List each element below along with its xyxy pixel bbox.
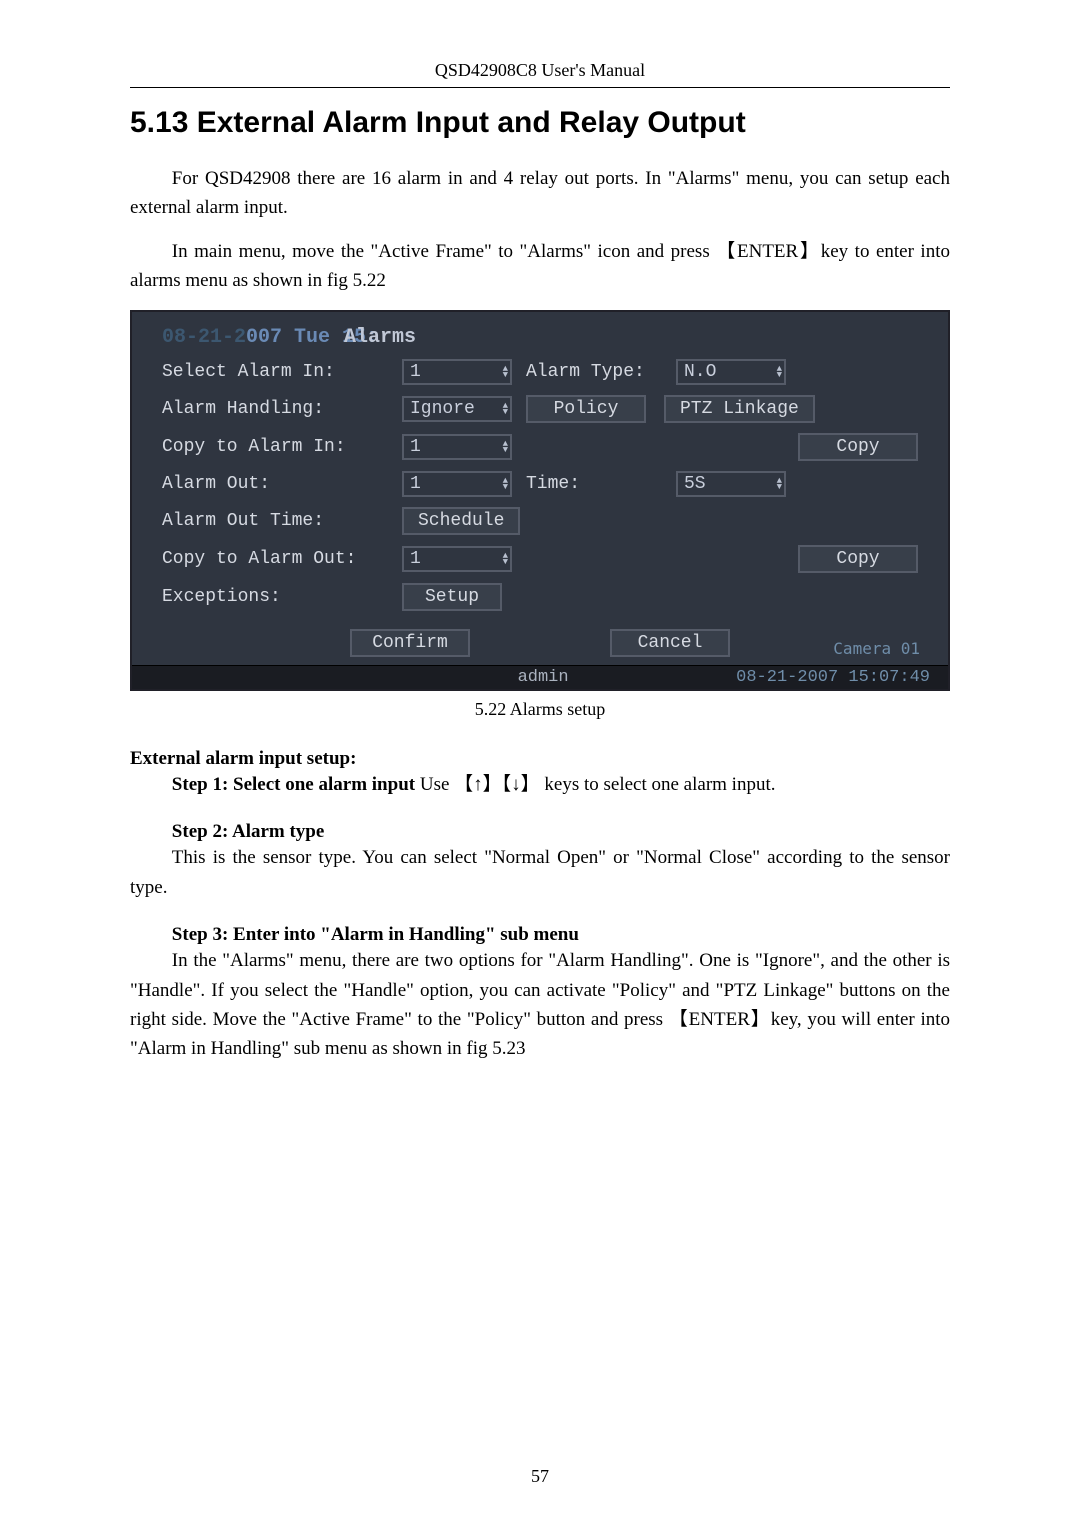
time-spinner[interactable]: 5S ▲▼: [676, 471, 786, 497]
paragraph-intro-2: In main menu, move the "Active Frame" to…: [130, 237, 950, 296]
time-label: Time:: [526, 474, 676, 494]
status-bar: admin 08-21-2007 15:07:49: [132, 665, 948, 689]
alarm-type-label: Alarm Type:: [526, 362, 676, 382]
spinner-arrows-icon: ▲▼: [503, 366, 508, 378]
alarms-dialog: 08-21-2007 Tue 15:Alarms Select Alarm In…: [130, 310, 950, 691]
alarm-out-time-label: Alarm Out Time:: [162, 511, 402, 531]
ptz-linkage-button[interactable]: PTZ Linkage: [664, 395, 815, 423]
step-2-text: This is the sensor type. You can select …: [130, 843, 950, 902]
copy-to-alarm-in-spinner[interactable]: 1 ▲▼: [402, 434, 512, 460]
spinner-arrows-icon: ▲▼: [503, 403, 508, 415]
step-1-text: Use 【↑】【↓】 keys to select one alarm inpu…: [415, 774, 775, 795]
spinner-arrows-icon: ▲▼: [777, 478, 782, 490]
copy-to-alarm-in-value: 1: [410, 437, 421, 457]
alarm-handling-spinner[interactable]: Ignore ▲▼: [402, 396, 512, 422]
spinner-arrows-icon: ▲▼: [503, 553, 508, 565]
copy-to-alarm-in-label: Copy to Alarm In:: [162, 437, 402, 457]
alarm-type-value: N.O: [684, 362, 716, 382]
alarm-out-label: Alarm Out:: [162, 474, 402, 494]
copy-alarm-in-button[interactable]: Copy: [798, 433, 918, 461]
status-user: admin: [350, 668, 736, 687]
step-3-label: Step 3: Enter into "Alarm in Handling" s…: [130, 924, 950, 946]
select-alarm-in-value: 1: [410, 362, 421, 382]
camera-overlay-name: Camera 01: [833, 641, 920, 657]
datetime-overlay-title: Alarms: [344, 326, 416, 349]
figure-caption: 5.22 Alarms setup: [130, 699, 950, 720]
alarm-handling-label: Alarm Handling:: [162, 399, 402, 419]
alarm-type-spinner[interactable]: N.O ▲▼: [676, 359, 786, 385]
policy-button[interactable]: Policy: [526, 395, 646, 423]
running-header: QSD42908C8 User's Manual: [130, 60, 950, 83]
copy-alarm-out-button[interactable]: Copy: [798, 545, 918, 573]
paragraph-intro-1: For QSD42908 there are 16 alarm in and 4…: [130, 164, 950, 223]
datetime-prefix: 08-21-2: [162, 326, 246, 349]
select-alarm-in-spinner[interactable]: 1 ▲▼: [402, 359, 512, 385]
spinner-arrows-icon: ▲▼: [777, 366, 782, 378]
alarm-out-spinner[interactable]: 1 ▲▼: [402, 471, 512, 497]
time-value: 5S: [684, 474, 706, 494]
external-setup-heading: External alarm input setup:: [130, 748, 950, 770]
step-3-text: In the "Alarms" menu, there are two opti…: [130, 946, 950, 1064]
step-1-label: Step 1: Select one alarm input: [172, 774, 415, 795]
spinner-arrows-icon: ▲▼: [503, 478, 508, 490]
page-number: 57: [0, 1466, 1080, 1487]
alarm-out-value: 1: [410, 474, 421, 494]
schedule-button[interactable]: Schedule: [402, 507, 520, 535]
header-rule: [130, 87, 950, 88]
step-1: Step 1: Select one alarm input Use 【↑】【↓…: [130, 770, 950, 799]
alarm-handling-value: Ignore: [410, 399, 475, 419]
section-title: 5.13 External Alarm Input and Relay Outp…: [130, 106, 950, 140]
camera-overlay: Camera 01: [833, 641, 920, 657]
copy-to-alarm-out-spinner[interactable]: 1 ▲▼: [402, 546, 512, 572]
dialog-datetime: 08-21-2007 Tue 15:Alarms: [162, 326, 918, 349]
cancel-button[interactable]: Cancel: [610, 629, 730, 657]
exceptions-label: Exceptions:: [162, 587, 402, 607]
select-alarm-in-label: Select Alarm In:: [162, 362, 402, 382]
confirm-button[interactable]: Confirm: [350, 629, 470, 657]
status-timestamp: 08-21-2007 15:07:49: [736, 668, 930, 687]
step-2-label: Step 2: Alarm type: [130, 821, 950, 843]
copy-to-alarm-out-value: 1: [410, 549, 421, 569]
setup-button[interactable]: Setup: [402, 583, 502, 611]
copy-to-alarm-out-label: Copy to Alarm Out:: [162, 549, 402, 569]
spinner-arrows-icon: ▲▼: [503, 441, 508, 453]
